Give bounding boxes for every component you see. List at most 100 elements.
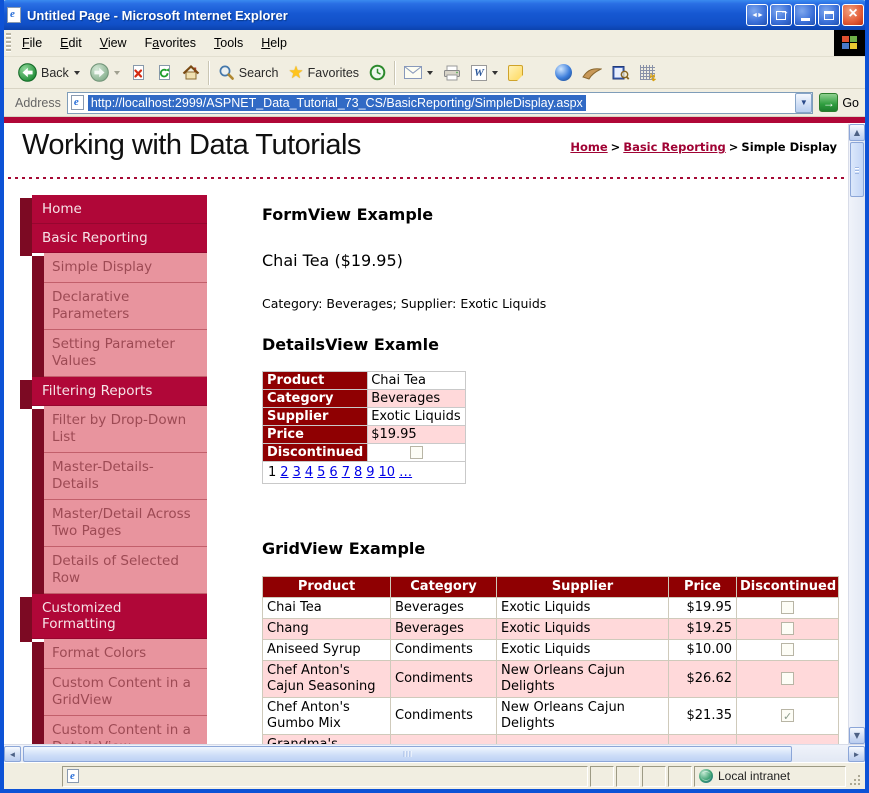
nav-shadow	[32, 719, 44, 744]
history-button[interactable]	[364, 62, 391, 83]
breadcrumb-current: Simple Display	[741, 140, 837, 154]
sidebar-item-filter-by-dropdown-list[interactable]: Filter by Drop-Down List	[20, 406, 207, 453]
discuss-button[interactable]	[503, 63, 528, 83]
horizontal-scrollbar[interactable]: ◄ ►	[4, 744, 865, 762]
sidebar-item-format-colors[interactable]: Format Colors	[20, 639, 207, 669]
sidebar-item-basic-reporting[interactable]: Basic Reporting	[20, 224, 207, 253]
discontinued-checkbox[interactable]	[781, 601, 794, 614]
scroll-right-button[interactable]: ►	[848, 746, 865, 762]
pager-link[interactable]: 9	[366, 465, 374, 480]
sidebar-item-customized-formatting[interactable]: Customized Formatting	[20, 594, 207, 639]
vertical-scrollbar[interactable]: ▲ ▼	[848, 124, 865, 744]
breadcrumb-section-link[interactable]: Basic Reporting	[623, 140, 725, 154]
window-arrows-button[interactable]: ◄►	[746, 4, 768, 26]
toolbar-grip[interactable]	[6, 33, 11, 53]
close-button[interactable]: ×	[842, 4, 864, 26]
home-button[interactable]	[177, 62, 205, 83]
breadcrumb-home-link[interactable]: Home	[570, 140, 607, 154]
address-combo[interactable]: http://localhost:2999/ASPNET_Data_Tutori…	[67, 92, 813, 114]
pager-link[interactable]: 3	[293, 465, 301, 480]
formview-heading: FormView Example	[262, 205, 838, 224]
pager-link[interactable]: 6	[329, 465, 337, 480]
sidebar-item-home[interactable]: Home	[20, 195, 207, 224]
refresh-button[interactable]	[151, 62, 177, 83]
intranet-globe-icon	[699, 769, 713, 783]
forward-dropdown-icon[interactable]	[114, 71, 120, 75]
pager-current-page: 1	[268, 465, 276, 480]
sidebar-item-custom-content-detailsview[interactable]: Custom Content in a DetailsView	[20, 716, 207, 744]
table-row: Price $19.95	[263, 426, 466, 444]
research-button[interactable]	[607, 63, 635, 83]
resize-grip[interactable]	[848, 773, 862, 787]
scroll-up-button[interactable]: ▲	[849, 124, 865, 141]
main-content: FormView Example Chai Tea ($19.95) Categ…	[262, 195, 838, 744]
pager-link[interactable]: 8	[354, 465, 362, 480]
sidebar-item-master-details-details[interactable]: Master-Details-Details	[20, 453, 207, 500]
pager-row: 123456789 10…	[263, 462, 466, 484]
close-icon: ×	[848, 6, 857, 22]
search-button[interactable]: Search	[213, 62, 284, 83]
minimize-button[interactable]	[794, 4, 816, 26]
menu-view[interactable]: View	[91, 30, 136, 56]
scroll-track[interactable]	[849, 198, 865, 727]
word-icon: W	[471, 65, 487, 81]
pager-link[interactable]: 2	[280, 465, 288, 480]
sidebar-item-declarative-parameters[interactable]: Declarative Parameters	[20, 283, 207, 330]
address-dropdown-button[interactable]: ▼	[795, 93, 812, 113]
window-popout-button[interactable]	[770, 4, 792, 26]
menu-tools[interactable]: Tools	[205, 30, 252, 56]
discontinued-checkbox[interactable]	[410, 446, 423, 459]
forward-button[interactable]	[85, 61, 125, 84]
pager-link[interactable]: 5	[317, 465, 325, 480]
menu-favorites[interactable]: Favorites	[136, 30, 205, 56]
word-dropdown-icon[interactable]	[492, 71, 498, 75]
pager-link[interactable]: 7	[342, 465, 350, 480]
back-button[interactable]: Back	[13, 61, 85, 84]
menu-edit[interactable]: Edit	[51, 30, 91, 56]
status-bar: Local intranet	[4, 762, 865, 789]
favorites-button[interactable]: ★ Favorites	[283, 62, 364, 83]
sidebar-item-master-detail-two-pages[interactable]: Master/Detail Across Two Pages	[20, 500, 207, 547]
table-row: Supplier Exotic Liquids	[263, 408, 466, 426]
address-url[interactable]: http://localhost:2999/ASPNET_Data_Tutori…	[88, 95, 586, 111]
bird-button[interactable]	[577, 64, 607, 82]
ie-page-icon	[67, 769, 79, 783]
vertical-scroll-thumb[interactable]	[850, 142, 864, 197]
stop-button[interactable]	[125, 62, 151, 83]
sidebar-item-custom-content-gridview[interactable]: Custom Content in a GridView	[20, 669, 207, 716]
edit-with-word-button[interactable]: W	[466, 63, 503, 83]
pager-link[interactable]: 10	[379, 465, 396, 480]
pager-link[interactable]: 4	[305, 465, 313, 480]
back-dropdown-icon[interactable]	[74, 71, 80, 75]
msn-button[interactable]	[550, 62, 577, 83]
menu-file[interactable]: File	[13, 30, 51, 56]
nav-shadow	[32, 672, 44, 719]
mail-button[interactable]	[399, 64, 438, 81]
col-header-price: Price	[669, 577, 737, 598]
sidebar-item-details-of-selected-row[interactable]: Details of Selected Row	[20, 547, 207, 594]
discontinued-checkbox[interactable]	[781, 672, 794, 685]
sidebar-item-setting-parameter-values[interactable]: Setting Parameter Values	[20, 330, 207, 377]
scroll-down-button[interactable]: ▼	[849, 727, 865, 744]
mail-dropdown-icon[interactable]	[427, 71, 433, 75]
scroll-left-button[interactable]: ◄	[4, 746, 21, 762]
discontinued-checkbox[interactable]	[781, 643, 794, 656]
print-button[interactable]	[438, 63, 466, 83]
maximize-button[interactable]	[818, 4, 840, 26]
discontinued-checkbox[interactable]	[781, 622, 794, 635]
discontinued-checkbox[interactable]	[781, 709, 794, 722]
sidebar-item-filtering-reports[interactable]: Filtering Reports	[20, 377, 207, 406]
messenger-button[interactable]	[635, 63, 660, 82]
menu-help[interactable]: Help	[252, 30, 296, 56]
popout-icon	[776, 11, 786, 20]
scroll-track[interactable]	[21, 745, 848, 762]
nav-shadow	[32, 333, 44, 380]
pager-link[interactable]: …	[399, 465, 412, 480]
search-label: Search	[239, 66, 279, 80]
sidebar-item-simple-display[interactable]: Simple Display	[20, 253, 207, 283]
down-arrow-icon: ▼	[854, 731, 860, 740]
go-button[interactable]: → Go	[819, 93, 859, 112]
left-arrow-icon: ◄	[9, 750, 17, 759]
dv-field-label: Product	[263, 372, 368, 390]
horizontal-scroll-thumb[interactable]	[23, 746, 792, 762]
